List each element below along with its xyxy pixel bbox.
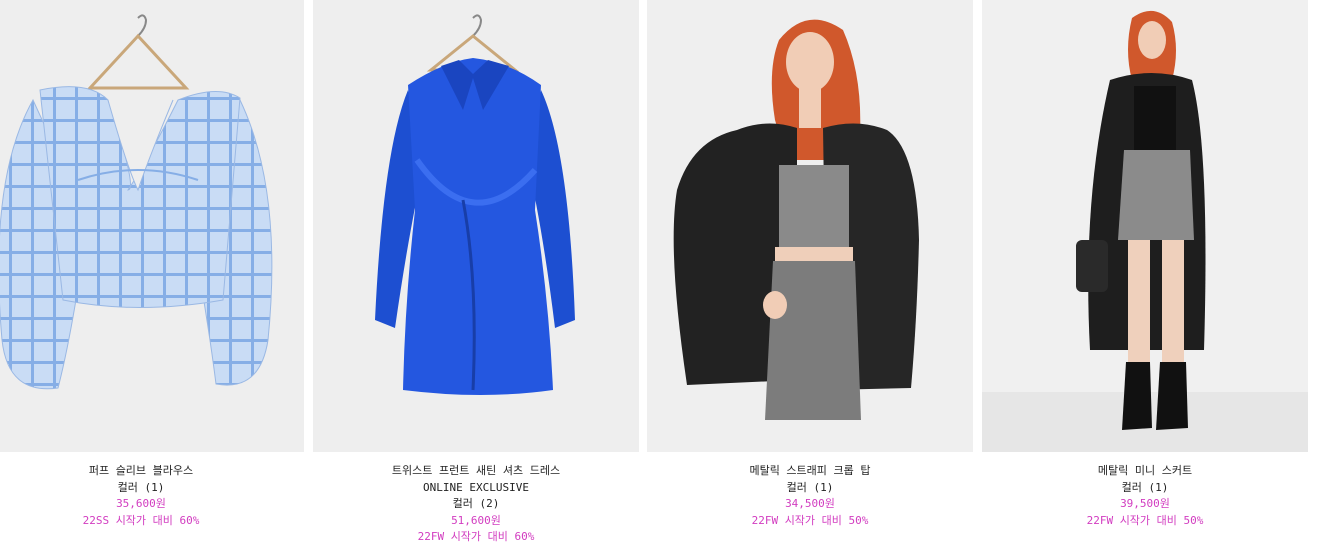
color-count[interactable]: 컬러 (1): [0, 480, 304, 497]
product-info: 메탈릭 스트래피 크롭 탑 컬러 (1) 34,500원 22FW 시작가 대비…: [647, 463, 973, 529]
product-name[interactable]: 메탈릭 미니 스커트: [982, 463, 1308, 480]
color-count[interactable]: 컬러 (2): [313, 496, 639, 513]
product-card[interactable]: 메탈릭 스트래피 크롭 탑 컬러 (1) 34,500원 22FW 시작가 대비…: [647, 0, 973, 552]
product-card[interactable]: 트위스트 프런트 새틴 셔츠 드레스 ONLINE EXCLUSIVE 컬러 (…: [313, 0, 639, 552]
product-price: 35,600원: [116, 497, 166, 510]
product-name[interactable]: 퍼프 슬리브 블라우스: [0, 463, 304, 480]
product-name[interactable]: 트위스트 프런트 새틴 셔츠 드레스: [313, 463, 639, 480]
product-image[interactable]: [313, 0, 639, 452]
product-info: 퍼프 슬리브 블라우스 컬러 (1) 35,600원 22SS 시작가 대비 6…: [0, 463, 304, 529]
promo-text: 22FW 시작가 대비 50%: [751, 513, 869, 527]
product-card[interactable]: 메탈릭 미니 스커트 컬러 (1) 39,500원 22FW 시작가 대비 50…: [982, 0, 1308, 552]
product-grid: 퍼프 슬리브 블라우스 컬러 (1) 35,600원 22SS 시작가 대비 6…: [0, 0, 1320, 552]
product-image[interactable]: [0, 0, 304, 452]
product-name[interactable]: 메탈릭 스트래피 크롭 탑: [647, 463, 973, 480]
product-card[interactable]: 퍼프 슬리브 블라우스 컬러 (1) 35,600원 22SS 시작가 대비 6…: [0, 0, 304, 552]
product-price: 34,500원: [785, 497, 835, 510]
color-count[interactable]: 컬러 (1): [647, 480, 973, 497]
product-image[interactable]: [647, 0, 973, 452]
blouse-photo-icon: [0, 0, 304, 452]
product-info: 메탈릭 미니 스커트 컬러 (1) 39,500원 22FW 시작가 대비 50…: [982, 463, 1308, 529]
promo-text: 22SS 시작가 대비 60%: [82, 513, 200, 527]
crop-top-photo-icon: [647, 0, 973, 452]
promo-text: 22FW 시작가 대비 60%: [417, 530, 535, 543]
product-price: 39,500원: [1120, 497, 1170, 510]
online-exclusive-label: ONLINE EXCLUSIVE: [423, 480, 529, 494]
color-count[interactable]: 컬러 (1): [982, 480, 1308, 497]
product-price: 51,600원: [451, 513, 501, 527]
product-image[interactable]: [982, 0, 1308, 452]
promo-text: 22FW 시작가 대비 50%: [1086, 513, 1204, 527]
product-info: 트위스트 프런트 새틴 셔츠 드레스 ONLINE EXCLUSIVE 컬러 (…: [313, 463, 639, 546]
dress-photo-icon: [313, 0, 639, 452]
mini-skirt-photo-icon: [982, 0, 1308, 452]
